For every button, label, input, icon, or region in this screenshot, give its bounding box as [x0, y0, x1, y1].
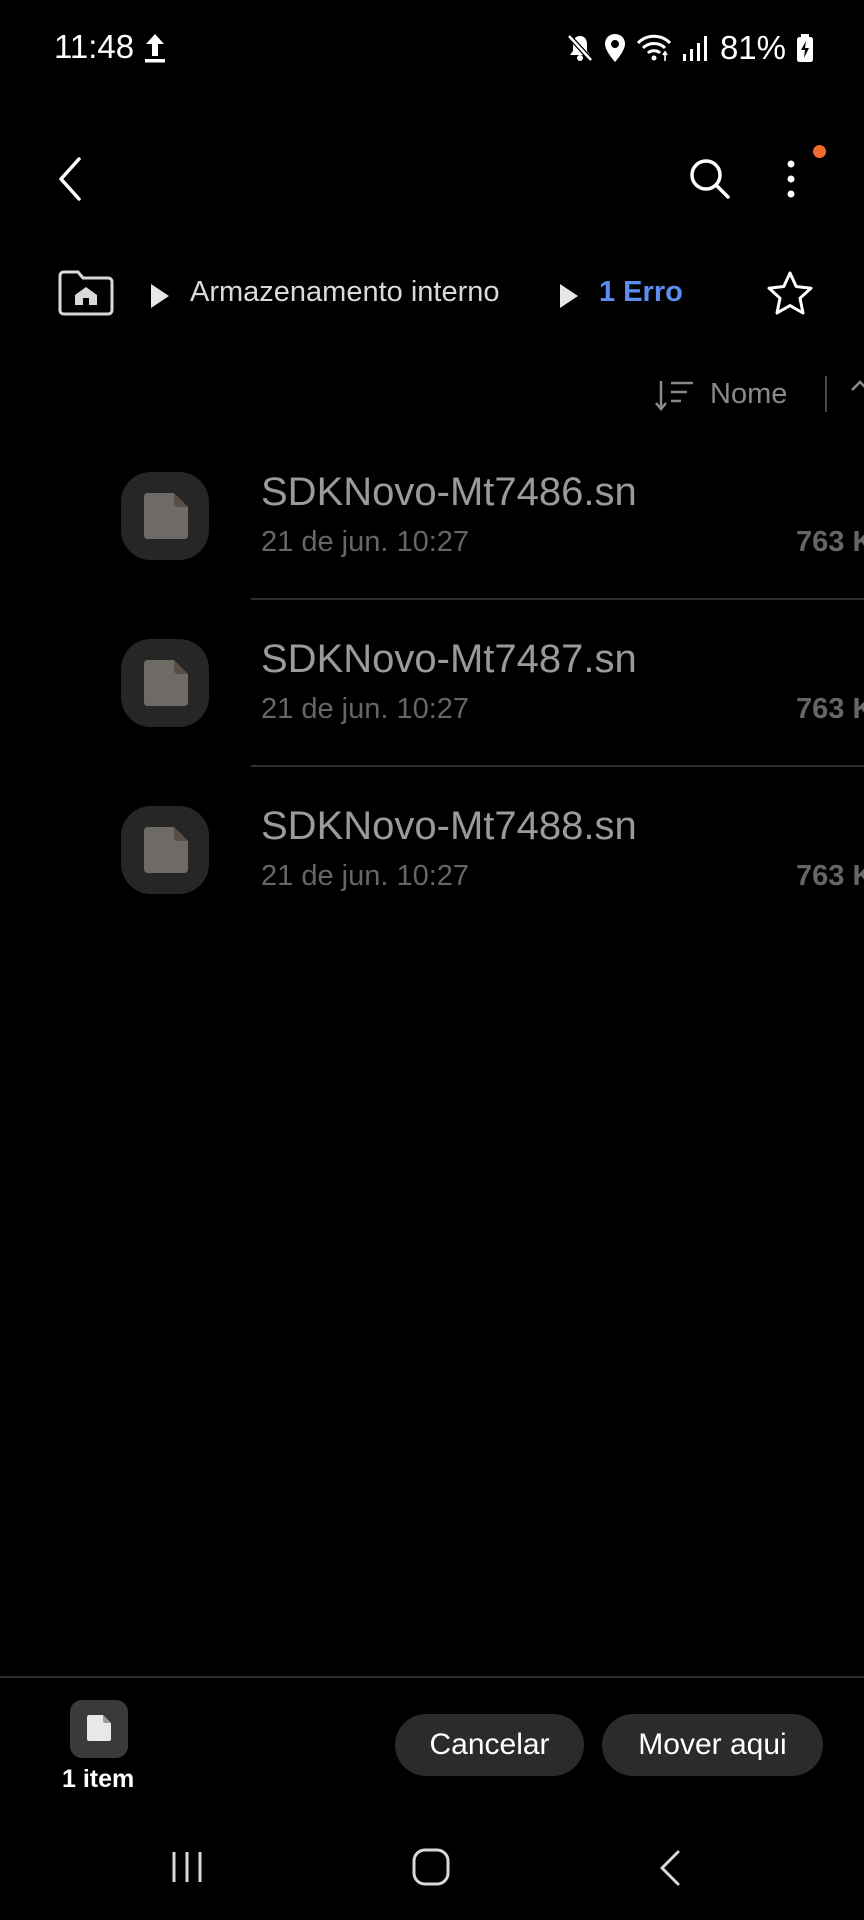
- back-arrow-icon: [59, 157, 81, 201]
- breadcrumb-separator-icon: [151, 284, 169, 308]
- home-icon[interactable]: [410, 1846, 452, 1888]
- selected-item-count: 1 item: [62, 1765, 135, 1793]
- file-list-item[interactable]: SDKNovo-Mt7487.sn 21 de jun. 10:27 763 K…: [0, 617, 864, 784]
- search-icon: [690, 159, 730, 199]
- file-list-item[interactable]: SDKNovo-Mt7486.sn 21 de jun. 10:27 763 K…: [0, 450, 864, 617]
- breadcrumb-separator-icon: [560, 284, 578, 308]
- sort-divider: [825, 376, 827, 412]
- file-date: 21 de jun. 10:27: [261, 860, 470, 892]
- breadcrumb-current-folder: 1 Erro: [599, 276, 683, 308]
- navigation-bar: [0, 1820, 864, 1920]
- screen: 11:48 81% Armazenamento interno 1 Erro N…: [0, 0, 864, 1920]
- mute-icon: [567, 34, 593, 62]
- list-divider: [251, 598, 864, 600]
- sort-direction-icon[interactable]: [850, 380, 864, 410]
- list-divider: [251, 765, 864, 767]
- status-bar: 11:48 81%: [0, 0, 864, 96]
- recent-apps-icon[interactable]: [168, 1848, 208, 1886]
- upload-icon: [145, 34, 165, 63]
- file-name: SDKNovo-Mt7486.sn: [261, 470, 637, 514]
- location-icon: [604, 34, 625, 62]
- back-button[interactable]: [40, 144, 100, 214]
- breadcrumb: Armazenamento interno 1 Erro: [0, 262, 864, 328]
- file-thumbnail: [121, 472, 209, 560]
- star-icon: [767, 271, 813, 315]
- move-here-button[interactable]: Mover aqui: [602, 1714, 823, 1776]
- search-button[interactable]: [680, 144, 740, 214]
- sort-bar: Nome: [0, 372, 864, 422]
- file-date: 21 de jun. 10:27: [261, 526, 470, 558]
- folder-home-icon: [58, 270, 114, 316]
- breadcrumb-home-button[interactable]: [56, 268, 116, 324]
- document-icon: [144, 827, 188, 873]
- notification-dot: [813, 145, 826, 158]
- file-thumbnail: [121, 639, 209, 727]
- selected-item-thumbnail: [70, 1700, 128, 1758]
- document-icon: [144, 493, 188, 539]
- breadcrumb-storage[interactable]: Armazenamento interno: [190, 276, 500, 309]
- status-time: 11:48: [54, 28, 135, 65]
- favorite-button[interactable]: [762, 264, 818, 324]
- app-bar: [0, 130, 864, 226]
- sort-icon[interactable]: [655, 378, 695, 412]
- back-icon[interactable]: [656, 1848, 684, 1888]
- file-list: SDKNovo-Mt7486.sn 21 de jun. 10:27 763 K…: [0, 450, 864, 951]
- document-icon: [144, 660, 188, 706]
- battery-level: 81%: [719, 29, 786, 66]
- wifi-icon: [636, 34, 671, 61]
- bottom-bar-divider: [0, 1676, 864, 1678]
- file-size: 763 KB: [796, 693, 864, 725]
- file-size: 763 KB: [796, 860, 864, 892]
- status-icons: 81%: [566, 28, 814, 68]
- signal-icon: [682, 36, 707, 61]
- battery-charging-icon: [797, 34, 813, 62]
- more-options-icon: [787, 160, 795, 198]
- cancel-button[interactable]: Cancelar: [395, 1714, 584, 1776]
- file-list-item[interactable]: SDKNovo-Mt7488.sn 21 de jun. 10:27 763 K…: [0, 784, 864, 951]
- sort-label[interactable]: Nome: [710, 378, 787, 411]
- file-name: SDKNovo-Mt7487.sn: [261, 637, 637, 681]
- document-icon: [87, 1715, 111, 1741]
- file-thumbnail: [121, 806, 209, 894]
- file-name: SDKNovo-Mt7488.sn: [261, 804, 637, 848]
- file-date: 21 de jun. 10:27: [261, 693, 470, 725]
- more-options-button[interactable]: [766, 144, 816, 214]
- file-size: 763 KB: [796, 526, 864, 558]
